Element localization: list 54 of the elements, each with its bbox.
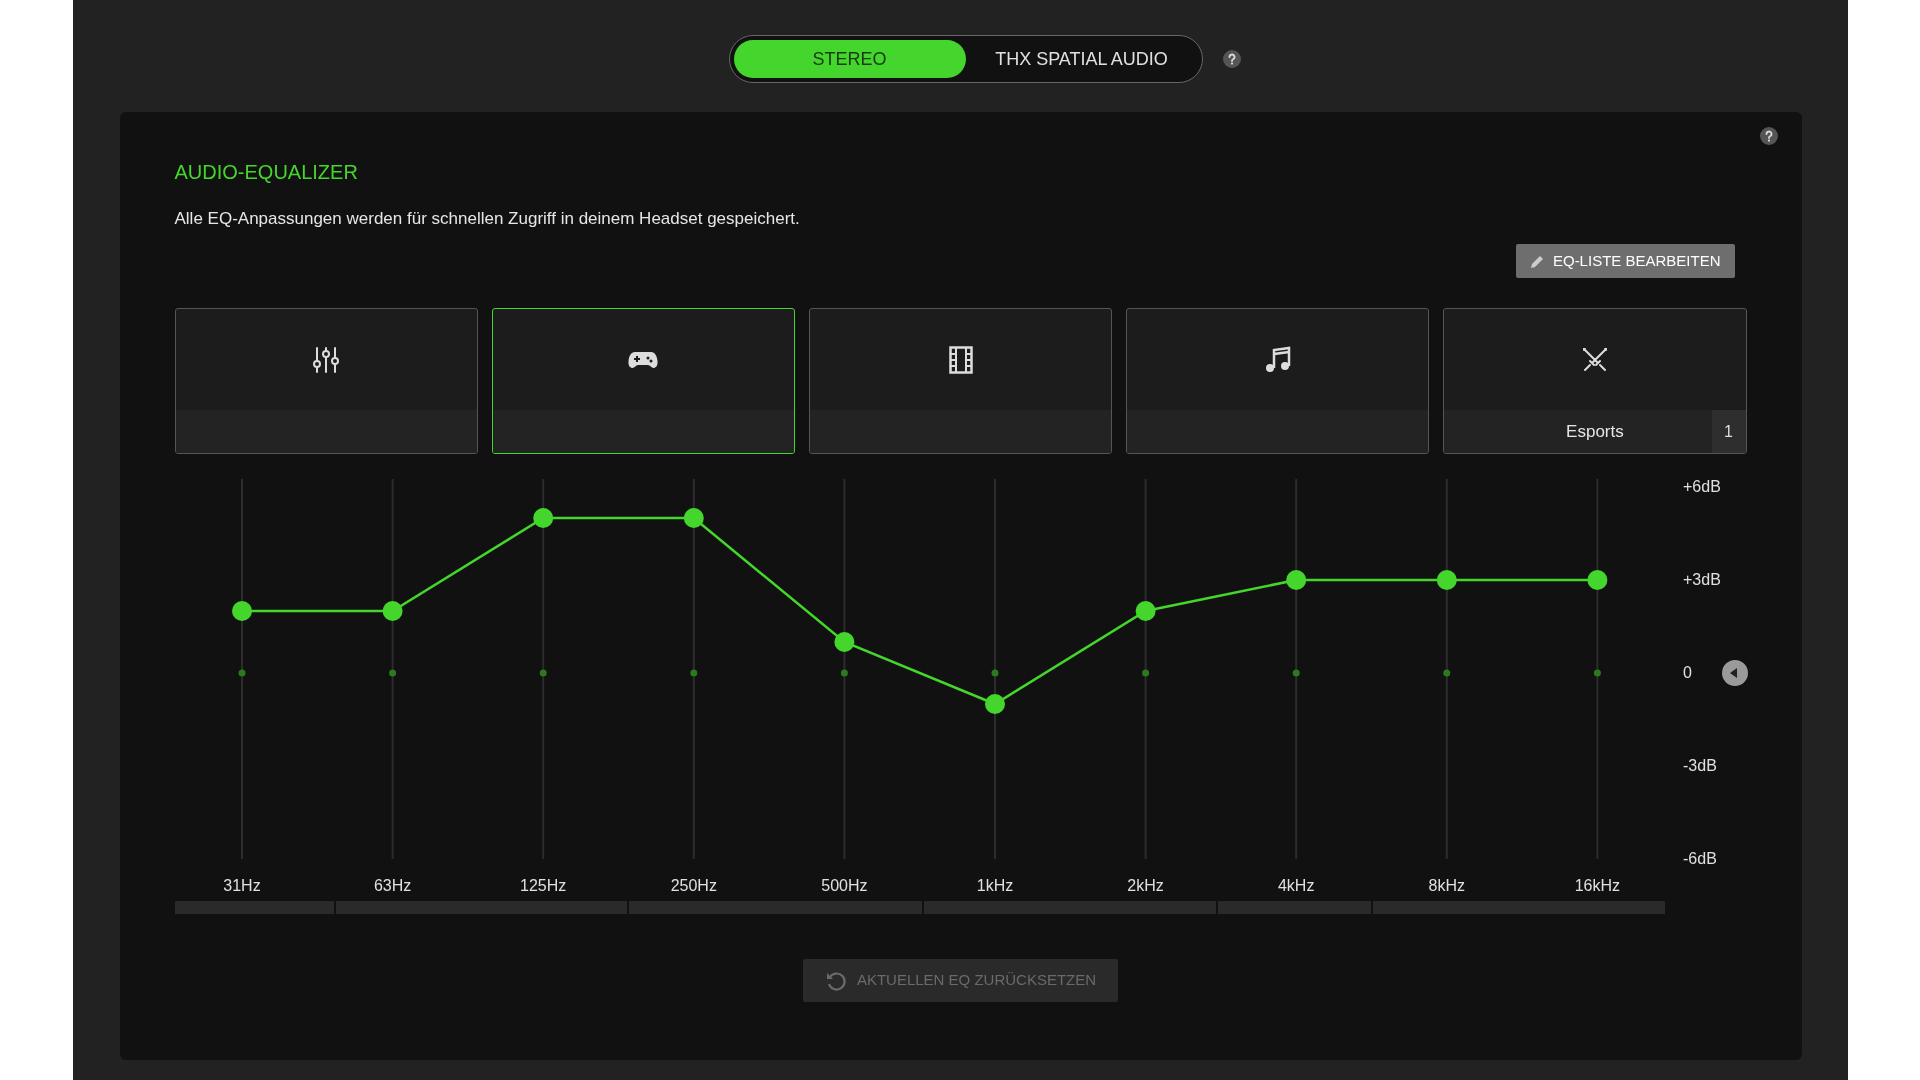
- frequency-label: 16kHz: [1574, 877, 1620, 894]
- band-handle[interactable]: [1586, 570, 1607, 590]
- section-title: AUDIO-EQUALIZER: [174, 160, 359, 184]
- preset-name: Esports: [1566, 420, 1624, 443]
- zero-dot: [1292, 669, 1300, 677]
- band-handle[interactable]: [1436, 570, 1457, 590]
- band-handle[interactable]: [1285, 570, 1306, 590]
- eq-preset-card[interactable]: Esports 1: [1443, 308, 1747, 454]
- frequency-label: 4kHz: [1277, 877, 1314, 894]
- db-axis-label: -6dB: [1682, 850, 1717, 867]
- band-handle[interactable]: [984, 694, 1005, 714]
- zero-dot: [1442, 669, 1450, 677]
- frequency-label: 8kHz: [1428, 877, 1465, 894]
- sliders-icon: [313, 345, 340, 374]
- film-strip-icon: [948, 345, 973, 374]
- band-handle[interactable]: [532, 508, 553, 528]
- zero-dot: [1141, 669, 1149, 677]
- help-icon[interactable]: [1759, 127, 1778, 145]
- band-handle[interactable]: [1135, 601, 1156, 621]
- eq-preset-card[interactable]: [491, 308, 795, 454]
- band-handle[interactable]: [382, 601, 403, 621]
- band-handle[interactable]: [231, 601, 252, 621]
- frequency-label: 250Hz: [670, 877, 717, 894]
- db-axis-label: +3dB: [1682, 571, 1721, 588]
- zero-dot: [840, 669, 848, 677]
- reset-to-zero-icon[interactable]: [1721, 660, 1748, 686]
- zero-dot: [388, 669, 396, 677]
- mode-tab[interactable]: THX SPATIAL AUDIO: [965, 40, 1198, 78]
- zero-dot: [539, 669, 547, 677]
- zero-dot: [1593, 669, 1601, 677]
- description-text: Alle EQ-Anpassungen werden für schnellen Zugriff in deinem Headset gespeichert.: [174, 208, 801, 230]
- gamepad-icon: [628, 349, 659, 370]
- zero-dot: [689, 669, 697, 677]
- pencil-icon: [1529, 253, 1545, 269]
- zero-dot: [991, 669, 998, 677]
- frequency-label: 31Hz: [222, 877, 261, 894]
- db-axis-label: -3dB: [1682, 757, 1717, 774]
- frequency-label: 63Hz: [373, 877, 411, 894]
- frequency-label: 500Hz: [820, 877, 868, 894]
- mode-tab[interactable]: STEREO: [733, 40, 966, 78]
- help-icon[interactable]: [1222, 50, 1241, 68]
- zero-dot: [238, 669, 245, 677]
- db-axis-label: +6dB: [1682, 478, 1721, 495]
- band-handle[interactable]: [833, 632, 854, 652]
- crossed-swords-icon: [1580, 345, 1609, 374]
- db-axis-label: 0: [1682, 664, 1692, 681]
- preset-slot-number: 1: [1711, 410, 1746, 453]
- frequency-label: 1kHz: [976, 877, 1013, 894]
- band-handle[interactable]: [683, 508, 704, 528]
- edit-eq-list-button[interactable]: EQ-LISTE BEARBEITEN: [1515, 244, 1735, 278]
- music-note-icon: [1264, 345, 1291, 374]
- frequency-label: 125Hz: [519, 877, 566, 894]
- frequency-label: 2kHz: [1126, 877, 1164, 894]
- undo-icon: [824, 969, 847, 992]
